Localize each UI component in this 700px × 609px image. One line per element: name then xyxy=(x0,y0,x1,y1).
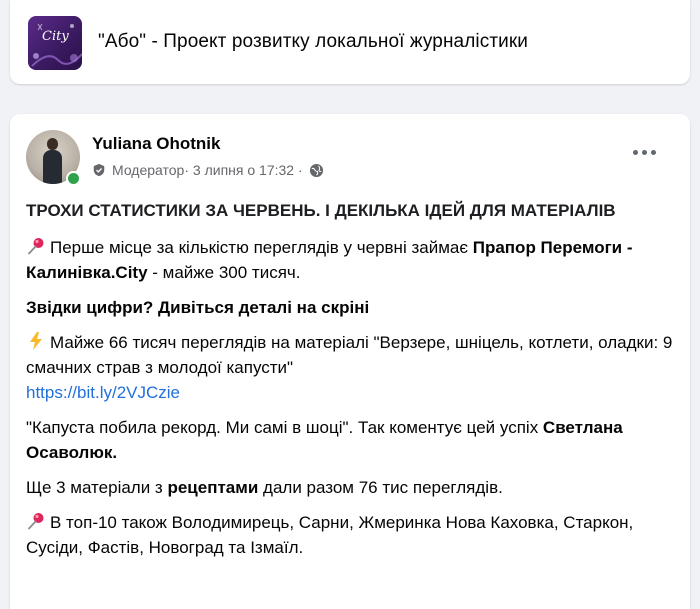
post-headline: ТРОХИ СТАТИСТИКИ ЗА ЧЕРВЕНЬ. І ДЕКІЛЬКА … xyxy=(26,201,616,220)
more-options-icon[interactable] xyxy=(626,140,662,164)
moderator-badge[interactable]: Модератор xyxy=(112,162,184,178)
paragraph-first-place: Перше місце за кількістю переглядів у че… xyxy=(26,235,676,285)
avatar-head xyxy=(47,138,58,150)
pushpin-icon xyxy=(28,238,44,255)
text-recipes: Ще 3 матеріали з xyxy=(26,478,168,497)
lightning-icon xyxy=(30,332,42,350)
text-cabbage: Майже 66 тисяч переглядів на матеріалі "… xyxy=(26,333,673,377)
author-name[interactable]: Yuliana Ohotnik xyxy=(92,134,220,154)
text-source: Звідки цифри? Дивіться деталі на скріні xyxy=(26,298,370,317)
text-top10: В топ-10 також Володимирець, Сарни, Жмер… xyxy=(26,513,634,557)
text-recipes-bold: рецептами xyxy=(167,478,259,497)
article-link[interactable]: https://bit.ly/2VJCzie xyxy=(26,383,180,402)
paragraph-recipes: Ще 3 матеріали з рецептами дали разом 76… xyxy=(26,475,676,500)
paragraph-quote: "Капуста побила рекорд. Ми самі в шоці".… xyxy=(26,415,676,465)
pushpin-icon xyxy=(28,513,44,530)
group-title[interactable]: "Або" - Проект розвитку локальної журнал… xyxy=(98,31,528,53)
text-views: - майже 300 тисяч. xyxy=(147,263,301,282)
paragraph-source: Звідки цифри? Дивіться деталі на скріні xyxy=(26,295,676,320)
paragraph-top10: В топ-10 також Володимирець, Сарни, Жмер… xyxy=(26,510,676,560)
shield-icon xyxy=(93,163,105,177)
post-date[interactable]: · 3 липня о 17:32 · xyxy=(184,162,302,178)
group-header: City "Або" - Проект розвитку локальної ж… xyxy=(10,0,690,84)
text-first-place: Перше місце за кількістю переглядів у че… xyxy=(50,238,473,257)
post-body: ТРОХИ СТАТИСТИКИ ЗА ЧЕРВЕНЬ. І ДЕКІЛЬКА … xyxy=(26,198,676,570)
paragraph-cabbage: Майже 66 тисяч переглядів на матеріалі "… xyxy=(26,330,676,405)
text-quote: "Капуста побила рекорд. Ми самі в шоці".… xyxy=(26,418,543,437)
online-status-icon xyxy=(66,171,81,186)
post-meta: Модератор · 3 липня о 17:32 · xyxy=(92,162,324,178)
globe-icon xyxy=(309,163,323,177)
group-logo[interactable]: City xyxy=(28,16,82,70)
logo-text: City xyxy=(42,29,69,44)
avatar-body xyxy=(43,150,62,184)
text-recipes-tail: дали разом 76 тис переглядів. xyxy=(258,478,503,497)
post-card: Yuliana Ohotnik Модератор · 3 липня о 17… xyxy=(10,114,690,609)
